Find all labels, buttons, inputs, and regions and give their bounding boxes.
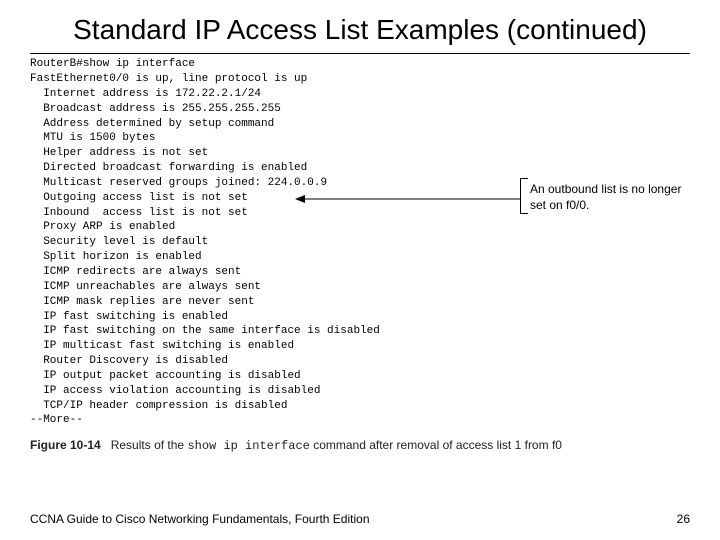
console-block: RouterB#show ip interface FastEthernet0/…: [30, 53, 690, 428]
figure-label: Figure 10-14: [30, 438, 101, 452]
console-prompt: RouterB#: [30, 58, 83, 70]
slide-title: Standard IP Access List Examples (contin…: [0, 0, 720, 47]
figure-caption-command: show ip interface: [187, 439, 309, 453]
callout-text: An outbound list is no longer set on f0/…: [530, 182, 690, 213]
figure-caption-suffix: command after removal of access list 1 f…: [310, 438, 562, 452]
figure-caption-prefix: Results of the: [111, 438, 188, 452]
book-title: CCNA Guide to Cisco Networking Fundament…: [30, 512, 370, 526]
slide-footer: CCNA Guide to Cisco Networking Fundament…: [30, 512, 690, 526]
callout-arrow-icon: [295, 194, 520, 204]
figure-caption: Figure 10-14 Results of the show ip inte…: [30, 438, 690, 453]
console-prompt-line: RouterB#show ip interface: [30, 58, 690, 70]
console-command: show ip interface: [83, 58, 195, 70]
page-number: 26: [677, 512, 690, 526]
console-output: FastEthernet0/0 is up, line protocol is …: [30, 72, 690, 428]
callout-bracket-icon: [520, 178, 528, 214]
